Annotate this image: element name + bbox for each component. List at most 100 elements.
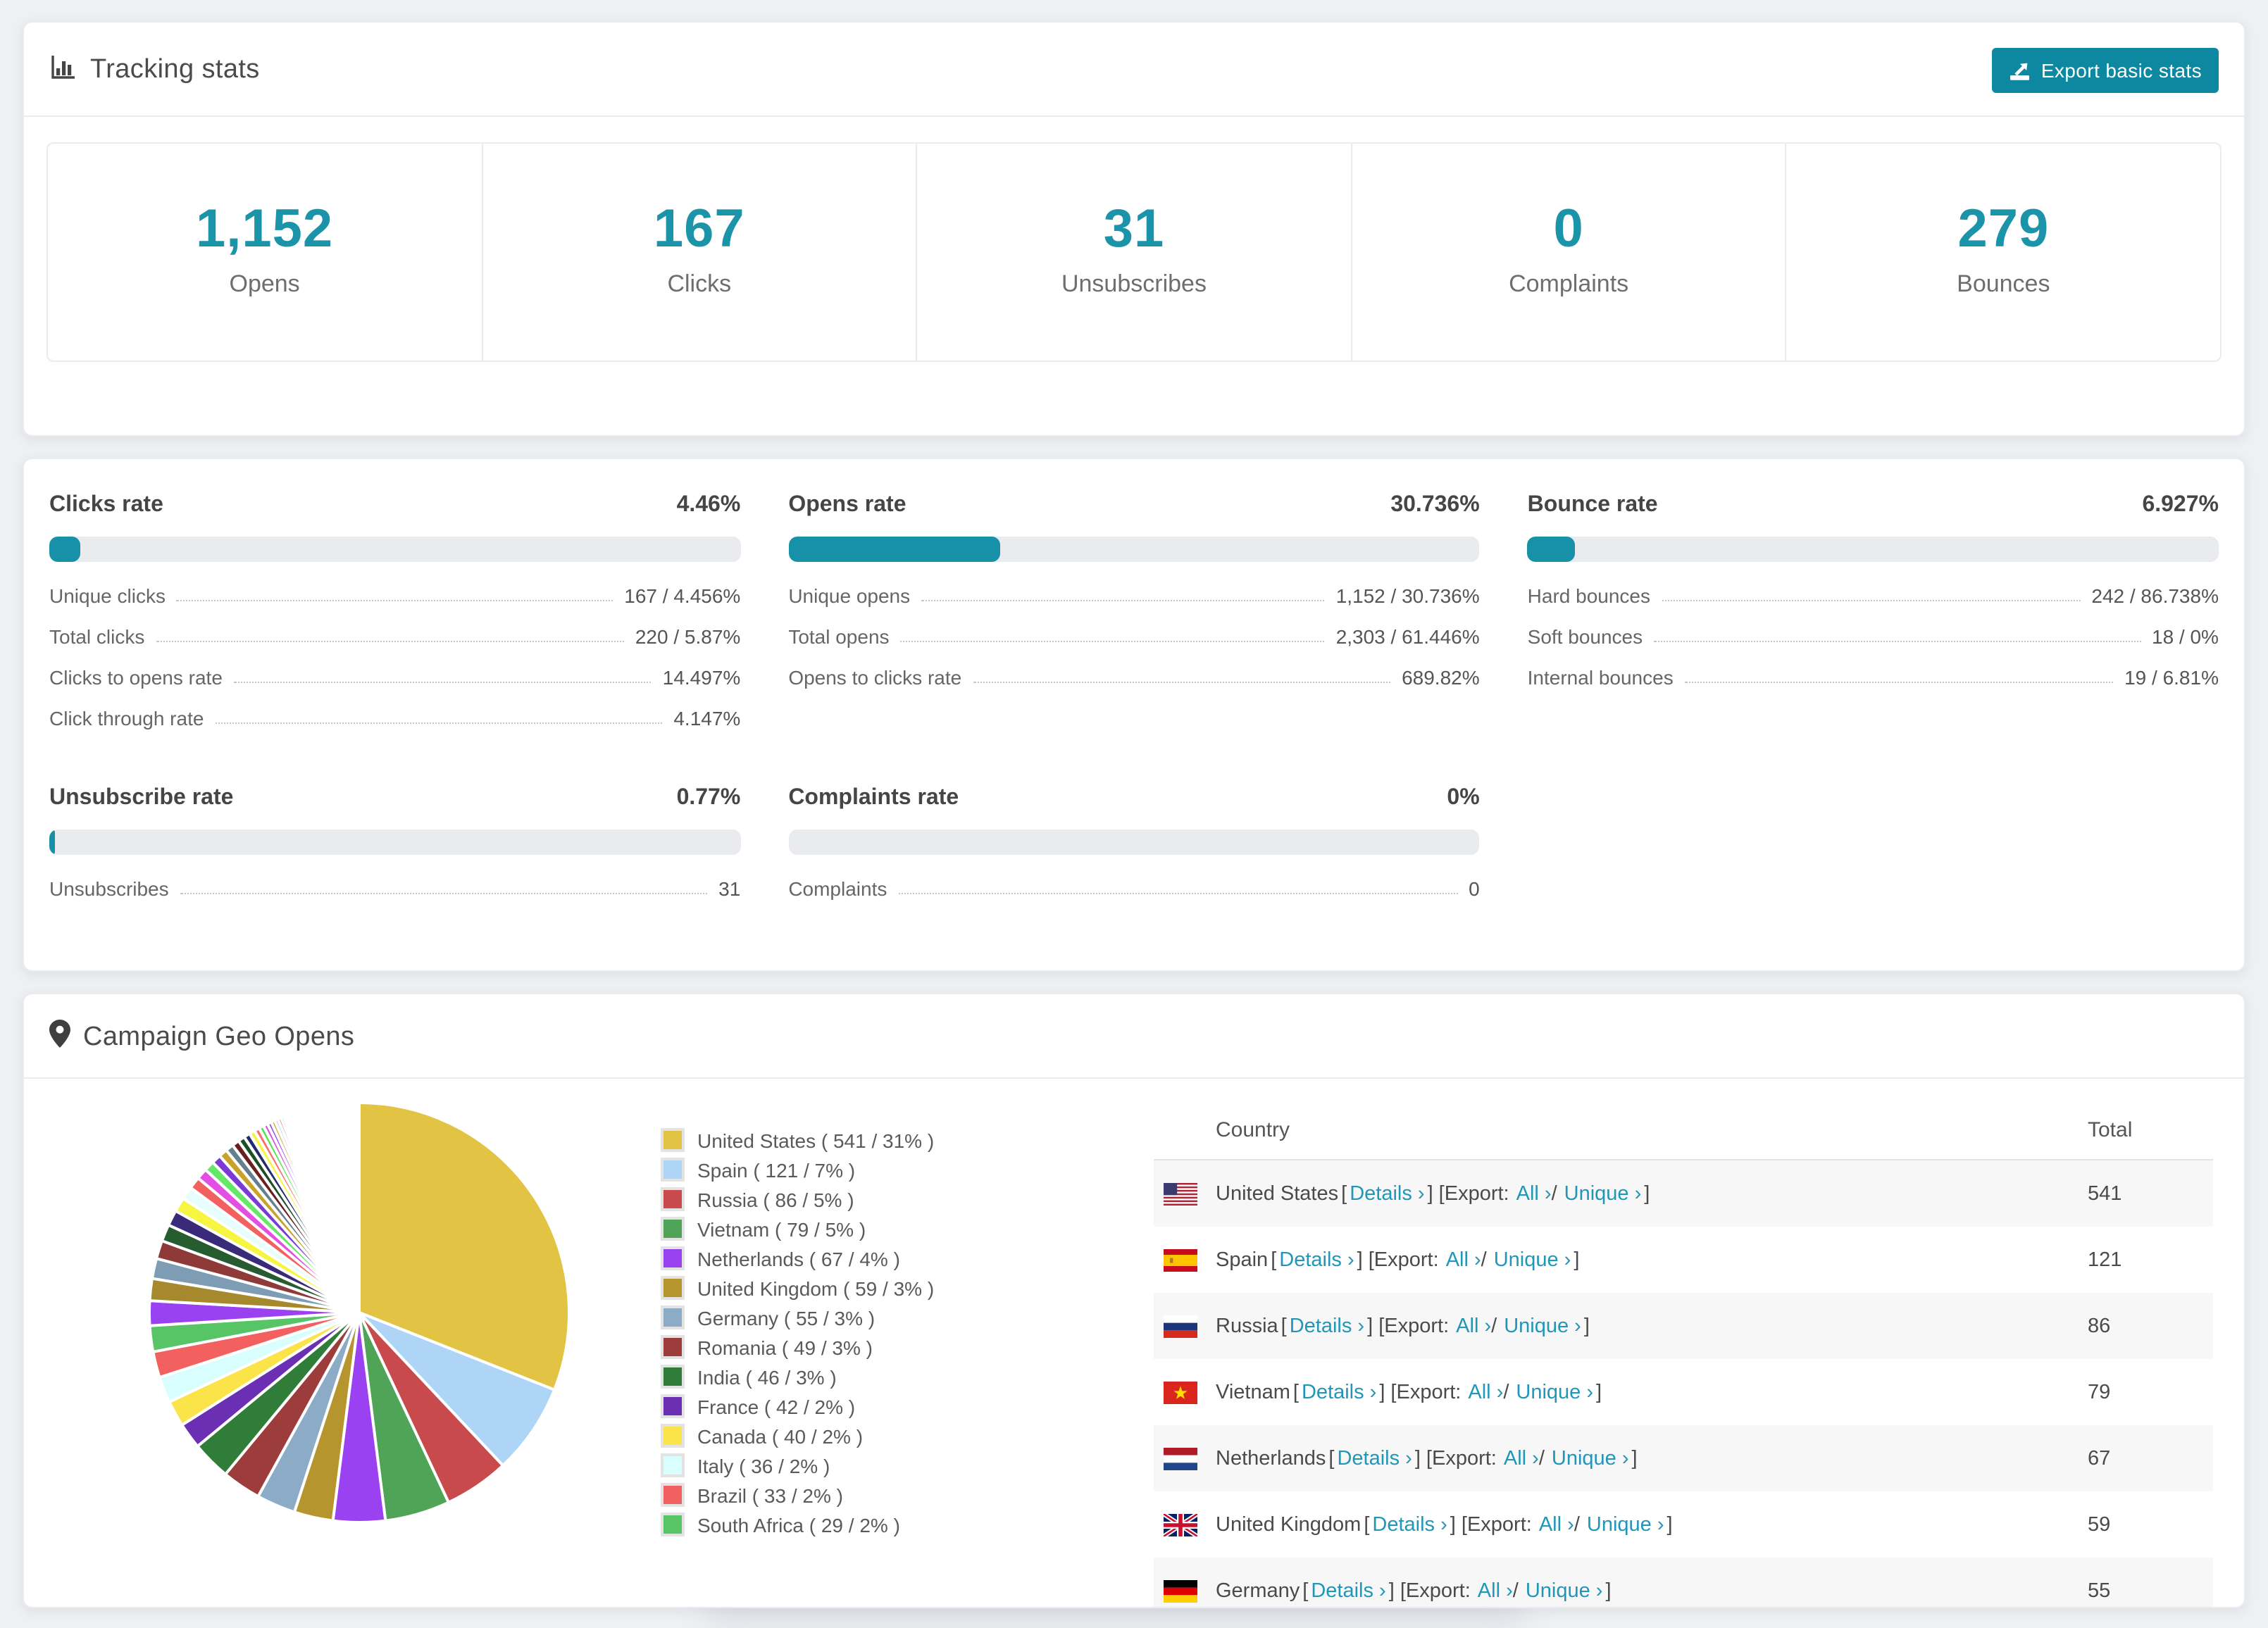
details-link[interactable]: Details › <box>1290 1315 1364 1337</box>
rates-grid: Clicks rate 4.46% Unique clicks 167 / 4.4… <box>24 459 2244 970</box>
export-unique-link[interactable]: Unique › <box>1552 1447 1629 1470</box>
flag-ru-icon <box>1164 1315 1197 1337</box>
legend-color-chip <box>661 1158 685 1182</box>
stat-box-complaints: 0 Complaints <box>1352 144 1787 361</box>
bounce-rate-block: Bounce rate 6.927% Hard bounces 242 / 86.… <box>1527 493 2219 730</box>
stat-row-value: 31 <box>718 877 741 900</box>
stat-row-label: Unique clicks <box>49 584 166 607</box>
legend-item-romania: Romania ( 49 / 3% ) <box>661 1335 934 1359</box>
dotted-leader <box>156 641 624 642</box>
geo-pie-chart[interactable] <box>147 1101 571 1524</box>
bounce-rate-value: 6.927% <box>2142 493 2219 517</box>
table-row-germany: Germany[Details ›] [Export: All ›/Unique … <box>1154 1558 2213 1607</box>
export-all-link[interactable]: All › <box>1504 1447 1539 1470</box>
country-name: United States <box>1216 1182 1339 1205</box>
legend-color-chip <box>661 1246 685 1270</box>
export-unique-link[interactable]: Unique › <box>1494 1248 1571 1271</box>
legend-item-vietnam: Vietnam ( 79 / 5% ) <box>661 1217 934 1241</box>
table-row-vietnam: Vietnam[Details ›] [Export: All ›/Unique … <box>1154 1359 2213 1425</box>
export-unique-link[interactable]: Unique › <box>1516 1381 1593 1403</box>
header-divider <box>24 115 2244 117</box>
tracking-stats-card: Tracking stats Export basic stats 1,152 … <box>23 21 2245 437</box>
table-row-united-states: United States[Details ›] [Export: All ›/U… <box>1154 1160 2213 1227</box>
dotted-leader <box>898 893 1458 894</box>
country-name: Germany <box>1216 1579 1300 1602</box>
flag-nl-icon <box>1164 1447 1197 1470</box>
export-unique-link[interactable]: Unique › <box>1526 1579 1603 1602</box>
legend-color-chip <box>661 1483 685 1507</box>
opens-rate-title: Opens rate <box>788 493 906 517</box>
table-header: Country Total <box>1154 1101 2213 1160</box>
stat-row-label: Clicks to opens rate <box>49 666 223 689</box>
table-row-united-kingdom: United Kingdom[Details ›] [Export: All ›/… <box>1154 1491 2213 1558</box>
details-link[interactable]: Details › <box>1337 1447 1412 1470</box>
legend-color-chip <box>661 1424 685 1448</box>
complaints-rate-value: 0% <box>1447 786 1480 810</box>
stat-row-label: Hard bounces <box>1527 584 1650 607</box>
dotted-leader <box>1662 600 2081 601</box>
export-all-link[interactable]: All › <box>1446 1248 1481 1271</box>
stat-row-label: Total clicks <box>49 625 145 648</box>
unsubscribe-rate-title: Unsubscribe rate <box>49 786 234 810</box>
stat-row-value: 0 <box>1469 877 1480 900</box>
export-all-link[interactable]: All › <box>1456 1315 1491 1337</box>
table-row-netherlands: Netherlands[Details ›] [Export: All ›/Uni… <box>1154 1425 2213 1491</box>
country-total: 121 <box>2088 1248 2122 1271</box>
flag-gb-icon <box>1164 1513 1197 1536</box>
legend-item-spain: Spain ( 121 / 7% ) <box>661 1158 934 1182</box>
country-name: Spain <box>1216 1248 1269 1271</box>
details-link[interactable]: Details › <box>1372 1513 1447 1536</box>
geo-content: United States ( 541 / 31% ) Spain ( 121 … <box>24 1079 2244 1607</box>
legend-color-chip <box>661 1187 685 1211</box>
flag-us-icon <box>1164 1182 1197 1205</box>
export-all-link[interactable]: All › <box>1539 1513 1574 1536</box>
dotted-leader <box>1684 682 2114 683</box>
country-total: 541 <box>2088 1182 2122 1205</box>
export-all-link[interactable]: All › <box>1478 1579 1513 1602</box>
stat-row-value: 19 / 6.81% <box>2124 666 2219 689</box>
export-all-link[interactable]: All › <box>1516 1182 1552 1205</box>
map-pin-icon <box>49 1020 70 1055</box>
unsubscribe-rate-value: 0.77% <box>676 786 741 810</box>
dotted-leader <box>215 722 663 724</box>
export-unique-link[interactable]: Unique › <box>1587 1513 1664 1536</box>
country-name: Netherlands <box>1216 1447 1326 1470</box>
dotted-leader <box>973 682 1391 683</box>
export-unique-link[interactable]: Unique › <box>1564 1182 1642 1205</box>
opens-rate-block: Opens rate 30.736% Unique opens 1,152 / 3… <box>788 493 1480 730</box>
export-unique-link[interactable]: Unique › <box>1504 1315 1581 1337</box>
stat-row-label: Click through rate <box>49 707 204 730</box>
legend-item-south-africa: South Africa ( 29 / 2% ) <box>661 1513 934 1536</box>
clicks-rate-value: 4.46% <box>676 493 741 517</box>
stat-row-value: 2,303 / 61.446% <box>1335 625 1480 648</box>
stat-row-value: 220 / 5.87% <box>635 625 741 648</box>
country-name: United Kingdom <box>1216 1513 1362 1536</box>
total-column-header: Total <box>2088 1118 2133 1142</box>
legend-item-france: France ( 42 / 2% ) <box>661 1394 934 1418</box>
clicks-rate-bar <box>49 537 741 562</box>
bounces-label: Bounces <box>1957 270 2050 297</box>
details-link[interactable]: Details › <box>1311 1579 1385 1602</box>
clicks-label: Clicks <box>667 270 732 297</box>
legend-color-chip <box>661 1217 685 1241</box>
export-all-link[interactable]: All › <box>1468 1381 1503 1403</box>
details-link[interactable]: Details › <box>1302 1381 1376 1403</box>
geo-opens-header: Campaign Geo Opens <box>24 994 2244 1077</box>
clicks-count: 167 <box>653 200 745 259</box>
geo-country-table: Country Total United States[Details ›] [… <box>1154 1101 2213 1607</box>
export-basic-stats-button[interactable]: Export basic stats <box>1991 48 2219 93</box>
export-icon <box>2009 59 2031 82</box>
dotted-leader <box>921 600 1325 601</box>
complaints-rate-block: Complaints rate 0% Complaints 0 <box>788 786 1480 900</box>
geo-section-title: Campaign Geo Opens <box>83 1022 355 1051</box>
details-link[interactable]: Details › <box>1350 1182 1424 1205</box>
stat-box-unsubscribes: 31 Unsubscribes <box>917 144 1352 361</box>
country-name: Russia <box>1216 1315 1278 1337</box>
legend-item-brazil: Brazil ( 33 / 2% ) <box>661 1483 934 1507</box>
stat-row-label: Opens to clicks rate <box>788 666 962 689</box>
table-row-spain: Spain[Details ›] [Export: All ›/Unique ›]… <box>1154 1227 2213 1293</box>
complaints-rate-title: Complaints rate <box>788 786 959 810</box>
bounces-count: 279 <box>1957 200 2050 259</box>
dotted-leader <box>900 641 1325 642</box>
details-link[interactable]: Details › <box>1279 1248 1354 1271</box>
